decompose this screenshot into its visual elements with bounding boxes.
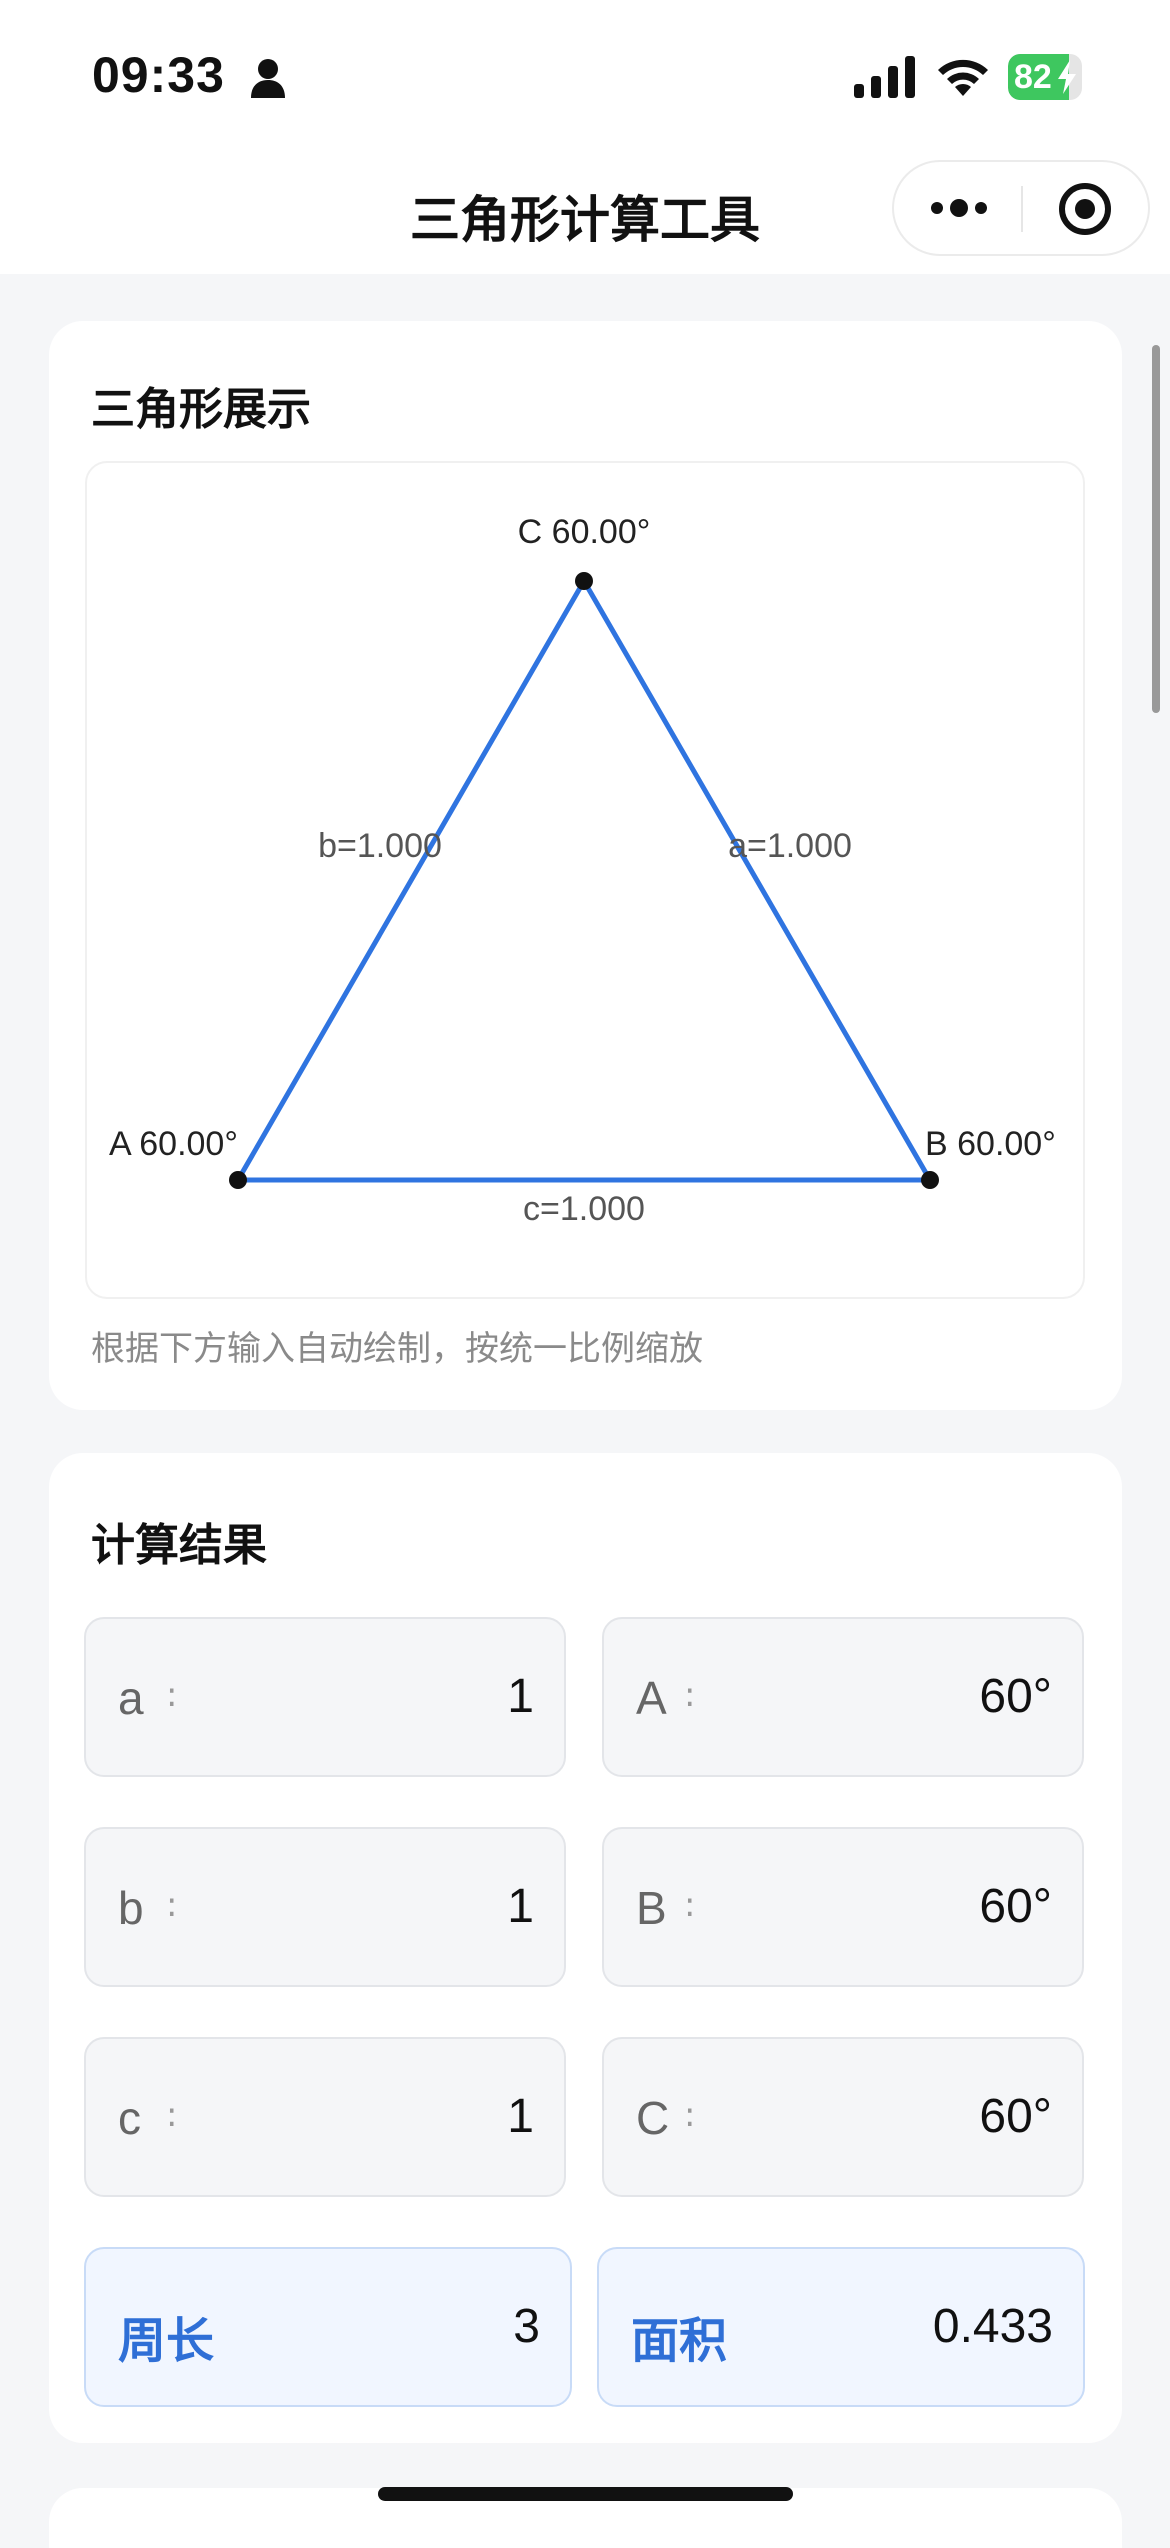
vertical-scrollbar[interactable] [1152,345,1160,713]
triangle-outline [235,578,933,1183]
result-colon: : [684,1675,696,1715]
display-card-title: 三角形展示 [91,384,311,435]
result-colon: : [684,1885,696,1925]
result-label: A [636,1672,667,1724]
result-colon: : [684,2095,696,2135]
result-angle-b: B : 60° [602,1827,1084,1987]
vertex-c-point [575,572,593,590]
result-label: B [636,1882,667,1934]
vertex-a-point [229,1171,247,1189]
vertex-b-label: B 60.00° [925,1125,1056,1163]
area-label: 面积 [631,2315,728,2368]
results-card: 计算结果 a : 1 A : 60° b : 1 B : 60° c : 1 C… [49,1453,1122,2443]
perimeter-value: 3 [513,2300,540,2353]
result-angle-c: C : 60° [602,2037,1084,2197]
result-value: 1 [507,2090,534,2143]
capsule-divider [1021,186,1023,232]
area-value: 0.433 [932,2300,1053,2353]
result-label: c [118,2092,141,2144]
navigation-bar: 三角形计算工具 [0,150,1170,274]
result-angle-a: A : 60° [602,1617,1084,1777]
result-side-a: a : 1 [84,1617,566,1777]
result-side-b: b : 1 [84,1827,566,1987]
mini-program-capsule [892,160,1150,256]
more-dots-icon [931,199,987,217]
vertex-c-label: C 60.00° [518,513,651,551]
result-label: a [118,1672,144,1724]
battery-percent: 82 [1014,58,1052,96]
result-perimeter: 周长 3 [84,2247,572,2407]
person-icon [251,59,285,98]
result-value: 60° [979,2090,1052,2143]
result-value: 1 [507,1670,534,1723]
perimeter-label: 周长 [118,2315,215,2368]
triangle-canvas: A 60.00° B 60.00° C 60.00° b=1.000 a=1.0… [85,461,1085,1299]
triangle-drawing: A 60.00° B 60.00° C 60.00° b=1.000 a=1.0… [109,513,1056,1228]
result-value: 1 [507,1880,534,1933]
vertex-a-label: A 60.00° [109,1125,238,1163]
result-colon: : [166,1885,178,1925]
target-close-icon [1059,183,1111,235]
side-a-label: a=1.000 [728,827,852,865]
result-label: C [636,2092,670,2144]
result-colon: : [166,2095,178,2135]
result-value: 60° [979,1670,1052,1723]
result-area: 面积 0.433 [597,2247,1085,2407]
home-indicator[interactable] [378,2487,793,2501]
display-caption: 根据下方输入自动绘制，按统一比例缩放 [91,1329,703,1369]
results-card-title: 计算结果 [91,1520,267,1571]
charging-bolt-icon [1058,60,1076,94]
side-c-label: c=1.000 [523,1190,645,1228]
status-time: 09:33 [92,47,225,103]
side-b-label: b=1.000 [318,827,442,865]
result-colon: : [166,1675,178,1715]
cellular-signal-icon [854,56,915,98]
wifi-icon [938,59,988,96]
close-button[interactable] [1040,178,1130,240]
triangle-display-card: 三角形展示 A 60.00° B 60.00° C 60.00° b=1.000… [49,321,1122,1410]
result-side-c: c : 1 [84,2037,566,2197]
status-bar: 09:33 82 [0,0,1170,150]
vertex-b-point [921,1171,939,1189]
result-label: b [118,1882,144,1934]
more-button[interactable] [914,180,1004,236]
result-value: 60° [979,1880,1052,1933]
